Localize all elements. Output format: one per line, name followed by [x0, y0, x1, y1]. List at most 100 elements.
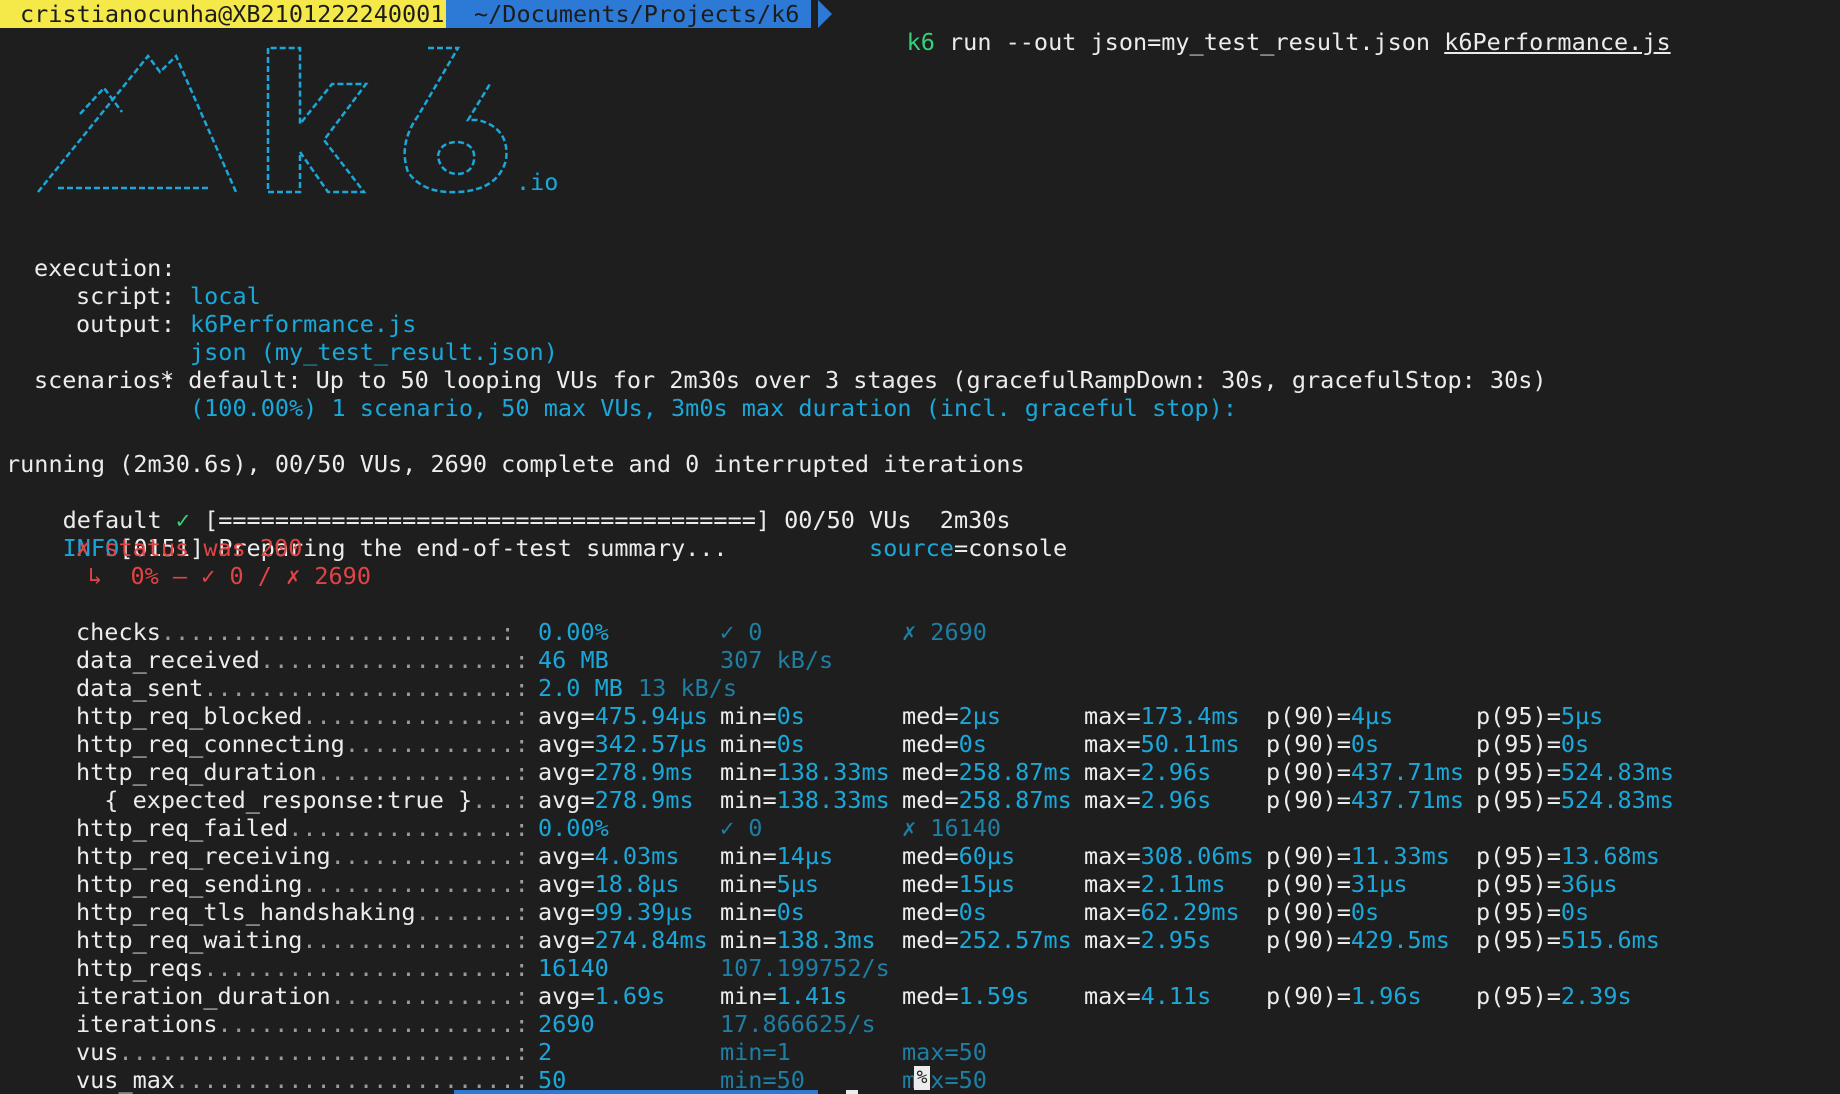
metric-name: http_req_duration..............: [76, 758, 529, 786]
check-result-title: ✗ status was 200 [76, 534, 303, 562]
metric-value: avg=18.8µs [538, 870, 680, 898]
command-script-file: k6Performance.js [1444, 28, 1671, 56]
metric-value: max=2.96s [1084, 786, 1212, 814]
metric-name: http_req_blocked...............: [76, 702, 529, 730]
metric-leader-dots: ................: [288, 814, 529, 842]
metric-value: p(95)=0s [1476, 898, 1590, 926]
metric-value: min=0s [720, 702, 805, 730]
default-progress: default ✓ [=============================… [6, 478, 1011, 534]
metric-label: data_sent [76, 674, 204, 702]
metric-row: checks........................: 0.00% ✓ 0 ✗… [0, 618, 1840, 646]
metric-row: http_req_connecting............: avg=342.… [0, 730, 1840, 758]
metric-row: http_reqs......................: 16140 107… [0, 954, 1840, 982]
metric-row: http_req_tls_handshaking.......: avg=99.3… [0, 898, 1840, 926]
metric-value: med=60µs [902, 842, 1016, 870]
metric-label: { expected_response:true } [76, 786, 473, 814]
metric-name: http_req_sending...............: [76, 870, 529, 898]
metric-row: http_req_duration..............: avg=278.… [0, 758, 1840, 786]
running-status: running (2m30.6s), 00/50 VUs, 2690 compl… [6, 450, 1025, 478]
metric-row: { expected_response:true }...: avg=278.9m… [0, 786, 1840, 814]
metric-value: 107.199752/s [720, 954, 890, 982]
metric-value: max=308.06ms [1084, 842, 1254, 870]
metric-value: 16140 [538, 954, 609, 982]
metric-leader-dots: ...: [472, 786, 529, 814]
metric-name: http_req_receiving.............: [76, 842, 529, 870]
scenarios-label: scenarios: [34, 366, 176, 394]
script-value: k6Performance.js [190, 310, 417, 338]
metric-value: avg=278.9ms [538, 786, 694, 814]
metric-value: p(95)=5µs [1476, 702, 1604, 730]
scroll-indicator[interactable] [454, 1090, 818, 1094]
metric-value: ✓ 0 [720, 618, 763, 646]
metric-value: min=1.41s [720, 982, 848, 1010]
metric-name: http_req_connecting............: [76, 730, 529, 758]
metric-value: med=0s [902, 730, 987, 758]
metric-row: http_req_failed................: 0.00% ✓ 0… [0, 814, 1840, 842]
metric-row: data_sent......................: 2.0 MB 13… [0, 674, 1840, 702]
check-result-detail: ↳ 0% — ✓ 0 / ✗ 2690 [88, 562, 371, 590]
execution-value: local [190, 282, 261, 310]
metric-value: p(95)=36µs [1476, 870, 1618, 898]
metric-value: max=4.11s [1084, 982, 1212, 1010]
execution-row: execution: local [0, 226, 261, 310]
info-line: INFO[0151] Preparing the end-of-test sum… [6, 506, 1068, 562]
metric-value: p(90)=429.5ms [1266, 926, 1450, 954]
metric-name: { expected_response:true }...: [76, 786, 529, 814]
terminal-window[interactable]: cristianocunha@XB2101222240001 ~/Documen… [0, 0, 1840, 1094]
metric-value: min=138.3ms [720, 926, 876, 954]
metric-leader-dots: ..............: [316, 758, 529, 786]
metric-value: p(95)=524.83ms [1476, 786, 1675, 814]
metric-value: max=2.95s [1084, 926, 1212, 954]
metric-value: p(90)=11.33ms [1266, 842, 1450, 870]
k6-logo: .io [28, 44, 568, 204]
scroll-tick [846, 1090, 858, 1094]
metric-leader-dots: ...............: [302, 702, 529, 730]
metric-label: http_req_blocked [76, 702, 303, 730]
metric-leader-dots: ...............: [302, 926, 529, 954]
metric-value: min=5µs [720, 870, 820, 898]
metric-leader-dots: .......: [415, 898, 529, 926]
metric-label: http_req_tls_handshaking [76, 898, 416, 926]
metric-value: med=258.87ms [902, 786, 1072, 814]
scenario-detail: * default: Up to 50 looping VUs for 2m30… [160, 366, 1547, 394]
metric-name: http_reqs......................: [76, 954, 529, 982]
metric-value: med=252.57ms [902, 926, 1072, 954]
metric-value: ✗ 16140 [902, 814, 1002, 842]
metric-value: avg=99.39µs [538, 898, 694, 926]
metric-value: med=1.59s [902, 982, 1030, 1010]
metric-leader-dots: ............................: [118, 1038, 529, 1066]
command-line[interactable]: k6 run --out json=my_test_result.json k6… [850, 0, 1671, 56]
metric-value: med=0s [902, 898, 987, 926]
metric-value: max=173.4ms [1084, 702, 1240, 730]
metric-leader-dots: ......................: [203, 674, 529, 702]
command-name: k6 [906, 28, 935, 56]
metric-value: min=0s [720, 730, 805, 758]
metric-label: vus_max [76, 1066, 176, 1094]
metric-value: avg=4.03ms [538, 842, 680, 870]
metric-label: data_received [76, 646, 260, 674]
metric-value: p(90)=0s [1266, 898, 1380, 926]
metric-label: checks [76, 618, 161, 646]
scenarios-value: (100.00%) 1 scenario, 50 max VUs, 3m0s m… [190, 394, 1237, 422]
metric-label: http_req_failed [76, 814, 289, 842]
metric-value: 2.0 MB [538, 674, 623, 702]
metric-value: 0.00% [538, 814, 609, 842]
metric-leader-dots: .....................: [217, 1010, 529, 1038]
scenarios-row: scenarios: (100.00%) 1 scenario, 50 max … [0, 338, 1237, 422]
metric-value: min=138.33ms [720, 786, 890, 814]
metric-label: vus [76, 1038, 119, 1066]
metric-value: min=1 [720, 1038, 791, 1066]
metric-value: med=258.87ms [902, 758, 1072, 786]
logo-suffix: .io [516, 168, 559, 196]
metric-value: min=138.33ms [720, 758, 890, 786]
metric-label: http_req_duration [76, 758, 317, 786]
metric-value: p(95)=524.83ms [1476, 758, 1675, 786]
metric-name: iteration_duration.............: [76, 982, 529, 1010]
metric-leader-dots: ...............: [302, 870, 529, 898]
metric-value: avg=278.9ms [538, 758, 694, 786]
command-args: run --out json=my_test_result.json [934, 28, 1445, 56]
script-row: script: k6Performance.js [0, 254, 416, 338]
metric-leader-dots: ..................: [259, 646, 529, 674]
metric-value: med=2µs [902, 702, 1002, 730]
metric-name: checks........................: [76, 618, 515, 646]
